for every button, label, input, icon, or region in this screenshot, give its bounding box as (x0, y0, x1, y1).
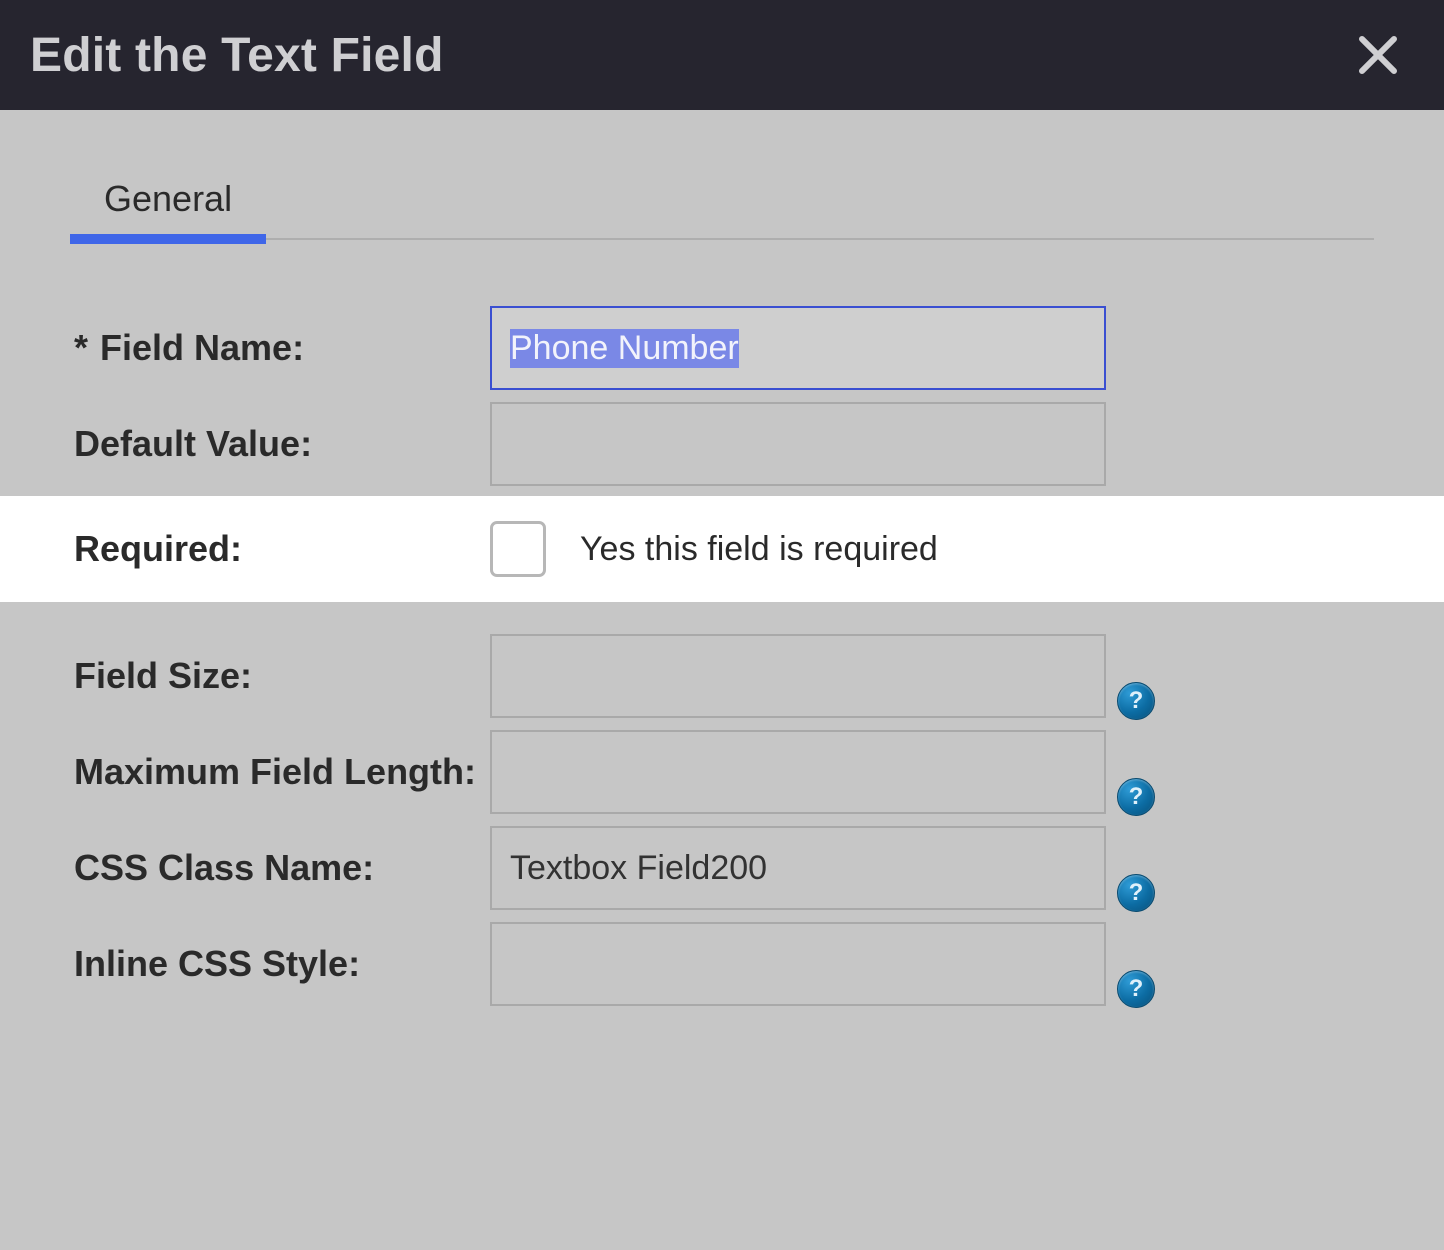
required-checkbox[interactable] (490, 521, 546, 577)
close-icon[interactable] (1350, 27, 1406, 83)
label-inline-css: Inline CSS Style: (74, 943, 490, 985)
field-size-input[interactable] (490, 634, 1106, 718)
css-class-input[interactable] (490, 826, 1106, 910)
tab-bar: General (74, 172, 1374, 240)
help-icon[interactable]: ? (1117, 970, 1155, 1008)
help-icon[interactable]: ? (1117, 874, 1155, 912)
tab-general[interactable]: General (74, 172, 262, 238)
label-css-class: CSS Class Name: (74, 847, 490, 889)
row-inline-css: Inline CSS Style: ? (74, 916, 1374, 1012)
required-checkbox-label: Yes this field is required (580, 530, 938, 569)
help-icon[interactable]: ? (1117, 682, 1155, 720)
dialog-header: Edit the Text Field (0, 0, 1444, 110)
row-default-value: Default Value: (74, 396, 1374, 492)
max-length-input[interactable] (490, 730, 1106, 814)
form: * Field Name: Default Value: Required: Y… (74, 300, 1374, 1012)
label-required: Required: (74, 528, 490, 570)
field-name-input[interactable] (490, 306, 1106, 390)
dialog-title: Edit the Text Field (30, 28, 444, 83)
inline-css-input[interactable] (490, 922, 1106, 1006)
row-field-name: * Field Name: (74, 300, 1374, 396)
dialog-body: General * Field Name: Default Value: R (0, 110, 1444, 1012)
label-default-value: Default Value: (74, 423, 490, 465)
row-css-class: CSS Class Name: ? (74, 820, 1374, 916)
required-asterisk: * (74, 327, 88, 369)
row-field-size: Field Size: ? (74, 628, 1374, 724)
label-field-name-text: Field Name: (100, 327, 304, 369)
row-max-length: Maximum Field Length: ? (74, 724, 1374, 820)
default-value-input[interactable] (490, 402, 1106, 486)
label-field-size: Field Size: (74, 655, 490, 697)
label-field-name: * Field Name: (74, 327, 490, 369)
label-max-length: Maximum Field Length: (74, 751, 490, 793)
help-icon[interactable]: ? (1117, 778, 1155, 816)
row-required: Required: Yes this field is required (0, 496, 1444, 602)
